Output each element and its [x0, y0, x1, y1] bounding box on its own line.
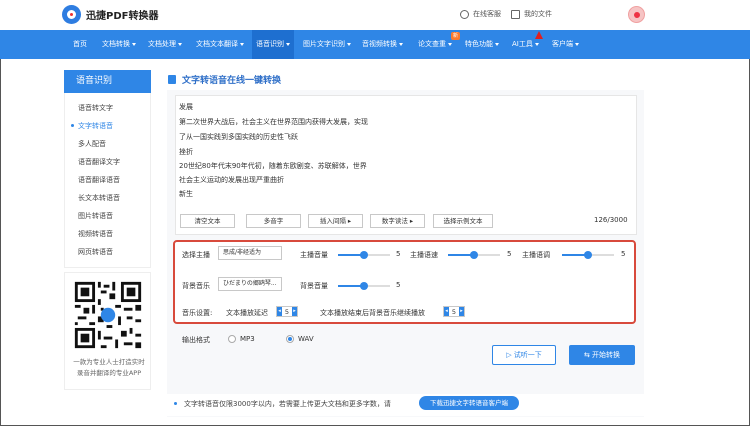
- chevron-down-icon: [575, 42, 579, 46]
- sidebar-title: 语音识别: [64, 70, 151, 93]
- char-counter: 126/3000: [594, 216, 628, 224]
- format-mp3-radio[interactable]: [228, 335, 236, 343]
- bgm-volume-slider-knob[interactable]: [360, 282, 368, 290]
- clear-text-button[interactable]: 清空文本: [180, 214, 235, 228]
- page-title: 文字转语音在线一键转换: [168, 73, 281, 86]
- nav-item-speech[interactable]: 语音识别: [252, 30, 294, 59]
- chevron-down-icon: [347, 42, 351, 46]
- text-line: 发展: [179, 103, 193, 111]
- pitch-slider-knob[interactable]: [584, 251, 592, 259]
- top-bar: 迅捷PDF转换器 在线客服 我的文件: [0, 0, 750, 30]
- nav-item-features[interactable]: 特色功能: [465, 30, 499, 59]
- start-convert-button[interactable]: ⇆ 开始转换: [569, 345, 635, 365]
- format-mp3-label[interactable]: MP3: [240, 335, 255, 343]
- bgm-label: 背景音乐: [182, 282, 210, 290]
- nav-item-ocr[interactable]: 图片文字识别: [303, 30, 351, 59]
- bullet-icon: [174, 402, 177, 405]
- logo-icon: [62, 5, 81, 24]
- nav-item-plagiarism[interactable]: 论文查重: [418, 30, 452, 59]
- chevron-down-icon: [240, 42, 244, 46]
- nav-item-doc-process[interactable]: 文档处理: [148, 30, 182, 59]
- avatar[interactable]: [628, 6, 645, 23]
- text-line: 挫折: [179, 148, 193, 156]
- bgm-volume-value: 5: [396, 281, 401, 289]
- bgm-volume-label: 背景音量: [300, 282, 328, 290]
- chevron-down-icon: [448, 42, 452, 46]
- sidebar-item-speech-to-text[interactable]: 语音转文字: [78, 103, 113, 113]
- format-wav-radio[interactable]: [286, 335, 294, 343]
- pitch-label: 主播语调: [522, 251, 550, 259]
- volume-value: 5: [396, 250, 401, 258]
- chevron-down-icon: [534, 42, 539, 46]
- sample-text-button[interactable]: 选择示例文本: [433, 214, 493, 228]
- sidebar-item-image-to-speech[interactable]: 图片转语音: [78, 211, 113, 221]
- text-line: 了从一国实践到多国实践的历史性飞跃: [179, 133, 298, 141]
- text-line: 第二次世界大战后，社会主义在世界范围内获得大发展，实现: [179, 118, 368, 126]
- voice-label: 选择主播: [182, 251, 210, 259]
- chevron-down-icon: [178, 42, 182, 46]
- main-nav: 首页 文档转换 文档处理 文档文本翻译 语音识别 图片文字识别 音视频转换 论文…: [0, 30, 750, 59]
- after-play-value: 5: [451, 307, 457, 316]
- chevron-down-icon: [495, 42, 499, 46]
- support-link[interactable]: 在线客服: [460, 9, 501, 19]
- speed-slider-knob[interactable]: [470, 251, 478, 259]
- speed-label: 主播语速: [410, 251, 438, 259]
- bgm-select[interactable]: ひだまりの郷鸥琴...: [218, 277, 282, 291]
- chevron-right-icon[interactable]: ▸: [459, 307, 464, 316]
- document-icon: [168, 75, 176, 84]
- sidebar-item-text-to-speech[interactable]: 文字转语音: [71, 121, 113, 131]
- headset-icon: [460, 9, 469, 19]
- polyphone-button[interactable]: 多音字: [246, 214, 301, 228]
- sidebar-item-long-text[interactable]: 长文本转语音: [78, 193, 120, 203]
- nav-item-translate[interactable]: 文档文本翻译: [196, 30, 244, 59]
- delay-stepper[interactable]: ◂ 5 ▸: [276, 306, 298, 317]
- music-settings-label: 音乐设置:: [182, 309, 213, 317]
- nav-item-av[interactable]: 音视频转换: [362, 30, 403, 59]
- qr-caption: 一款为专业人士打造实时 录音并翻译的专业APP: [73, 358, 145, 377]
- chevron-right-icon[interactable]: ▸: [292, 307, 297, 316]
- sidebar-item-video-to-speech[interactable]: 视频转语音: [78, 229, 113, 239]
- volume-slider-knob[interactable]: [360, 251, 368, 259]
- chevron-down-icon: [132, 42, 136, 46]
- sidebar-item-web-to-speech[interactable]: 网页转语音: [78, 247, 113, 257]
- my-files-link[interactable]: 我的文件: [511, 9, 552, 19]
- download-client-button[interactable]: 下载迅捷文字转语音客户端: [419, 396, 519, 410]
- sidebar-list: 语音转文字 文字转语音 多人配音 语音翻译文字 语音翻译语音 长文本转语音 图片…: [64, 93, 151, 268]
- number-read-button[interactable]: 数字读法 ▸: [370, 214, 425, 228]
- format-wav-label[interactable]: WAV: [298, 335, 314, 343]
- volume-label: 主播音量: [300, 251, 328, 259]
- after-play-stepper[interactable]: ◂ 5 ▸: [443, 306, 465, 317]
- nav-item-client[interactable]: 客户端: [552, 30, 579, 59]
- chevron-down-icon: [399, 42, 403, 46]
- after-play-label: 文本播放结束后背景音乐继续播放: [320, 309, 425, 317]
- tip-text: 文字转语音仅限3000字以内，若需要上传更大文档和更多字数，请: [184, 400, 391, 408]
- insert-pause-button[interactable]: 插入间隔 ▸: [308, 214, 363, 228]
- qr-box: 一款为专业人士打造实时 录音并翻译的专业APP: [64, 272, 151, 390]
- nav-item-home[interactable]: 首页: [73, 30, 87, 59]
- sidebar-item-speech-translate-text[interactable]: 语音翻译文字: [78, 157, 120, 167]
- voice-select[interactable]: 思成/非经适为: [218, 246, 282, 260]
- text-line: 20世纪80年代末90年代初，随着东欧剧变、苏联解体，世界: [179, 162, 367, 170]
- text-line: 社会主义运动的发展出现严重曲折: [179, 176, 284, 184]
- delay-value: 5: [284, 307, 290, 316]
- output-format-label: 输出格式: [182, 336, 210, 344]
- support-label: 在线客服: [473, 10, 501, 18]
- logo[interactable]: 迅捷PDF转换器: [62, 5, 158, 24]
- sidebar-item-speech-translate-speech[interactable]: 语音翻译语音: [78, 175, 120, 185]
- delay-label: 文本播放延迟: [226, 309, 268, 317]
- red-arrow-icon: [535, 31, 543, 39]
- pitch-value: 5: [621, 250, 626, 258]
- document-icon: [511, 9, 520, 19]
- nav-item-doc-convert[interactable]: 文档转换: [102, 30, 136, 59]
- sidebar-item-multi-voice[interactable]: 多人配音: [78, 139, 106, 149]
- new-badge: 新: [451, 32, 461, 40]
- qr-code-icon: [70, 279, 146, 351]
- chevron-down-icon: [286, 42, 290, 46]
- try-listen-button[interactable]: ▷ 试听一下: [492, 345, 556, 365]
- speed-value: 5: [507, 250, 512, 258]
- logo-text: 迅捷PDF转换器: [86, 11, 159, 22]
- text-line: 新生: [179, 190, 193, 198]
- my-files-label: 我的文件: [524, 10, 552, 18]
